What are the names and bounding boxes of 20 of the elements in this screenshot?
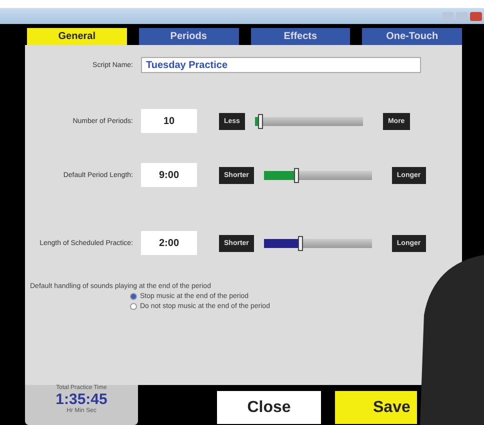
close-window-button[interactable] (470, 12, 482, 20)
slider-thumb[interactable] (298, 236, 303, 250)
value-display: 2:00 (141, 231, 197, 255)
slider[interactable] (252, 112, 365, 130)
close-button[interactable]: Close (217, 391, 321, 424)
slider-thumb[interactable] (294, 168, 300, 182)
slider[interactable] (262, 234, 374, 252)
tab[interactable]: Periods (138, 28, 238, 45)
slider[interactable] (262, 166, 374, 184)
tab[interactable]: Effects (250, 28, 350, 45)
total-time-value: 1:35:45 (56, 391, 108, 408)
save-button[interactable]: Save (335, 391, 417, 424)
slider-thumb[interactable] (258, 114, 264, 128)
script-name-field[interactable]: Tuesday Practice (141, 57, 421, 73)
tab[interactable]: General (27, 28, 127, 45)
radio-button[interactable] (130, 293, 137, 300)
value-display: 9:00 (141, 163, 197, 187)
value-display: 10 (141, 109, 197, 133)
radio-button[interactable] (130, 303, 137, 310)
tab[interactable]: One-Touch (362, 28, 462, 45)
